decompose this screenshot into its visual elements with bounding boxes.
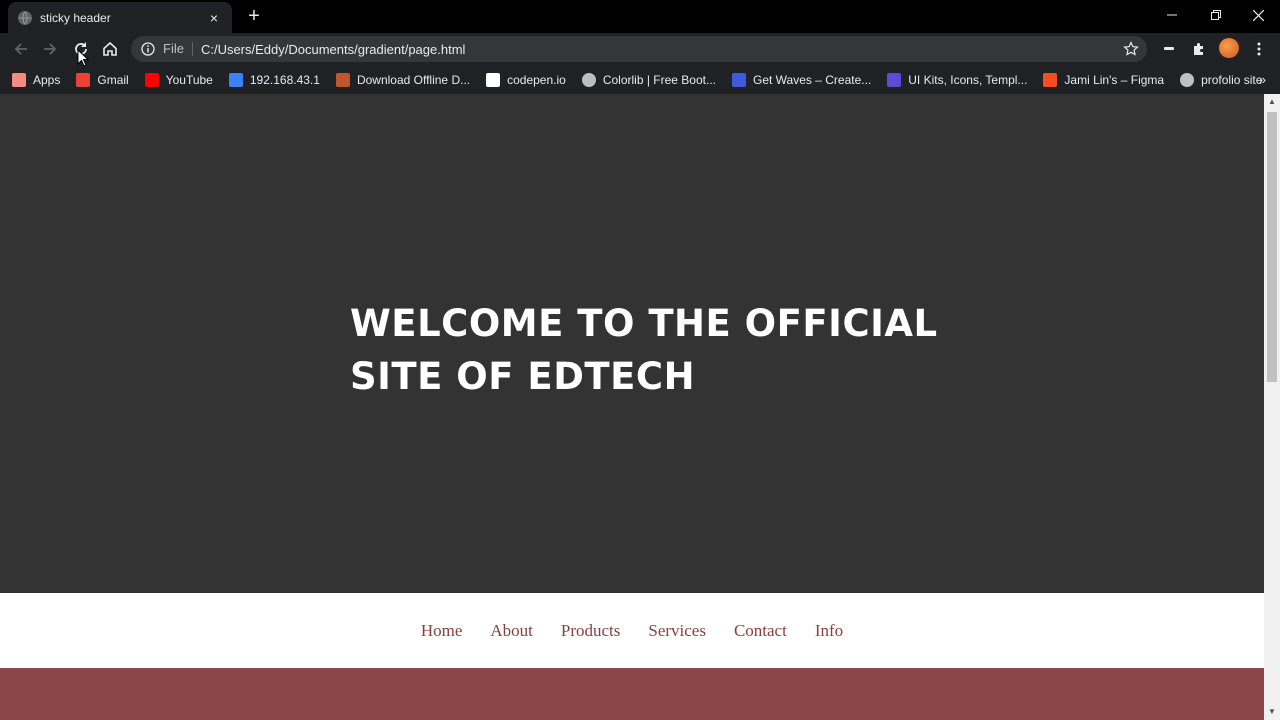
bookmark-item[interactable]: UI Kits, Icons, Templ... <box>887 73 1027 87</box>
bookmarks-bar: Apps Gmail YouTube 192.168.43.1 Download Off… <box>0 66 1280 94</box>
wordpress-icon <box>581 73 596 87</box>
waves-icon <box>732 73 746 87</box>
bookmark-label: profolio site <box>1201 73 1263 87</box>
router-icon <box>228 73 243 87</box>
hero-heading-line-1: WELCOME TO THE OFFICIAL <box>350 302 938 345</box>
puzzle-icon <box>1194 43 1203 55</box>
codepen-icon <box>486 73 501 87</box>
nav-link-about[interactable]: About <box>490 621 533 641</box>
nav-link-products[interactable]: Products <box>561 621 621 641</box>
sticky-nav: Home About Products Services Contact Inf… <box>0 593 1264 668</box>
profile-avatar[interactable] <box>1219 38 1239 58</box>
bookmark-label: Apps <box>33 73 61 87</box>
bookmarks-overflow-chevron-icon[interactable]: » <box>1259 72 1266 87</box>
extensions-menu-button[interactable] <box>1189 39 1209 59</box>
bookmark-item[interactable]: Gmail <box>76 73 129 87</box>
bookmark-label: Gmail <box>97 73 129 87</box>
extension-button[interactable] <box>1159 39 1179 59</box>
scroll-up-arrow-icon[interactable]: ▲ <box>1264 94 1280 110</box>
hero-heading-line-2: SITE OF EDTECH <box>350 355 696 398</box>
web-page: WELCOME TO THE OFFICIAL SITE OF EDTECH H… <box>0 94 1264 720</box>
close-icon <box>1252 9 1264 21</box>
browser-tab[interactable]: sticky header × <box>8 2 232 33</box>
extension-dash-icon <box>1164 47 1174 50</box>
scroll-down-arrow-icon[interactable]: ▼ <box>1264 704 1280 720</box>
browser-toolbar: File C:/Users/Eddy/Documents/gradient/pa… <box>0 33 1280 66</box>
hero-heading: WELCOME TO THE OFFICIAL SITE OF EDTECH <box>350 297 970 403</box>
bookmark-label: UI Kits, Icons, Templ... <box>908 73 1028 87</box>
bookmark-label: 192.168.43.1 <box>249 73 320 87</box>
info-icon[interactable] <box>141 42 155 56</box>
nav-link-home[interactable]: Home <box>421 621 463 641</box>
bookmark-item[interactable]: Jami Lin's – Figma <box>1043 73 1164 87</box>
restore-icon <box>1211 10 1221 20</box>
bookmark-item[interactable]: 192.168.43.1 <box>228 73 320 87</box>
youtube-icon <box>144 73 159 87</box>
minimize-button[interactable] <box>1150 0 1194 30</box>
close-tab-icon[interactable]: × <box>206 10 222 26</box>
bookmark-label: Download Offline D... <box>356 73 471 87</box>
new-tab-button[interactable]: + <box>244 6 264 26</box>
nav-link-info[interactable]: Info <box>815 621 843 641</box>
book-icon <box>335 73 350 87</box>
bookmark-label: Jami Lin's – Figma <box>1064 73 1165 87</box>
uplabs-icon <box>887 73 902 87</box>
tab-title: sticky header <box>40 10 111 25</box>
back-button[interactable] <box>10 38 32 60</box>
bookmark-item[interactable]: Download Offline D... <box>335 73 471 87</box>
globe-icon <box>1180 73 1195 87</box>
restore-button[interactable] <box>1194 0 1238 30</box>
address-bar[interactable]: File C:/Users/Eddy/Documents/gradient/pa… <box>131 36 1147 62</box>
bookmark-item[interactable]: codepen.io <box>486 73 566 87</box>
bookmark-label: Get Waves – Create... <box>753 73 872 87</box>
arrow-left-icon <box>14 43 27 55</box>
bookmark-star-icon[interactable] <box>1123 41 1139 57</box>
page-scrollbar[interactable]: ▲ ▼ <box>1264 94 1280 720</box>
forward-button[interactable] <box>39 38 61 60</box>
browser-menu-button[interactable] <box>1249 39 1269 59</box>
minimize-icon <box>1167 14 1177 16</box>
url-text[interactable]: C:/Users/Eddy/Documents/gradient/page.ht… <box>201 42 1123 57</box>
figma-icon <box>1043 73 1058 87</box>
nav-link-services[interactable]: Services <box>648 621 706 641</box>
bookmark-item[interactable]: Apps <box>12 73 60 87</box>
content-section <box>0 668 1264 720</box>
hero-section: WELCOME TO THE OFFICIAL SITE OF EDTECH <box>0 94 1264 593</box>
bookmark-item[interactable]: Get Waves – Create... <box>732 73 871 87</box>
bookmark-label: Colorlib | Free Boot... <box>602 73 716 87</box>
bookmark-label: codepen.io <box>507 73 566 87</box>
gmail-icon <box>76 73 91 87</box>
bookmark-item[interactable]: profolio site <box>1180 73 1262 87</box>
apps-grid-icon <box>12 73 26 87</box>
bookmark-label: YouTube <box>165 73 213 87</box>
close-window-button[interactable] <box>1236 0 1280 30</box>
tab-strip: sticky header × + <box>0 0 1280 33</box>
nav-link-contact[interactable]: Contact <box>734 621 787 641</box>
arrow-right-icon <box>44 43 57 55</box>
globe-icon <box>18 10 32 25</box>
scrollbar-thumb[interactable] <box>1267 112 1277 382</box>
mouse-cursor-icon <box>77 49 89 67</box>
kebab-menu-icon <box>1257 42 1261 56</box>
home-icon <box>103 41 117 56</box>
url-scheme-label: File <box>163 42 193 56</box>
home-button[interactable] <box>99 38 121 60</box>
bookmark-item[interactable]: Colorlib | Free Boot... <box>581 73 716 87</box>
bookmark-item[interactable]: YouTube <box>144 73 213 87</box>
